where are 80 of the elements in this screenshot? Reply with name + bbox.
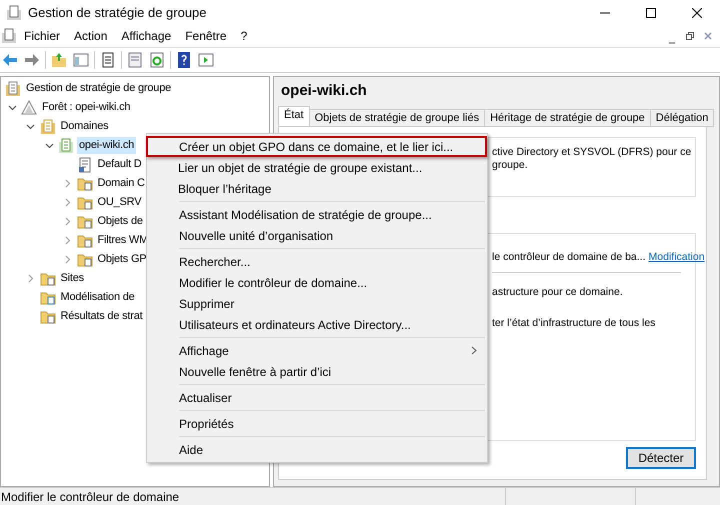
tree-item[interactable]: Forêt : opei-wiki.ch <box>40 99 132 116</box>
help-icon[interactable] <box>175 51 193 69</box>
expanded-chevron-icon[interactable] <box>26 122 35 131</box>
infra-text: ter l’état d’infrastructure de tous les <box>492 316 656 331</box>
context-menu-item[interactable]: Créer un objet GPO dans ce domaine, et le lier ici... <box>146 136 487 157</box>
menu-item[interactable]: Affichage <box>114 27 178 45</box>
tab[interactable]: Délégation <box>650 108 714 126</box>
tree-item[interactable]: OU_SRV <box>96 194 144 211</box>
context-menu-item[interactable]: Nouvelle unité d’organisation <box>147 225 485 246</box>
context-menu-item[interactable]: Actualiser <box>147 387 485 408</box>
document-icon <box>76 156 92 172</box>
expanded-chevron-icon[interactable] <box>8 103 16 112</box>
menu-item[interactable]: Action <box>67 27 114 45</box>
tree-item[interactable]: Objets GP <box>96 251 148 268</box>
app-icon <box>6 4 22 20</box>
window-title: Gestion de stratégie de groupe <box>28 4 207 22</box>
folder-icon <box>76 194 92 210</box>
tree-item[interactable]: Sites <box>58 270 86 287</box>
tab[interactable]: Héritage de stratégie de groupe <box>484 108 651 126</box>
folder-icon <box>76 252 92 268</box>
tree-item[interactable]: opei-wiki.ch <box>77 137 136 154</box>
close-icon <box>692 8 702 18</box>
infra-text: astructure pour ce domaine. <box>492 285 624 300</box>
action-pane-icon[interactable] <box>197 51 215 69</box>
server-icon <box>40 118 56 134</box>
tree-item[interactable]: Gestion de stratégie de groupe <box>24 80 174 97</box>
tab[interactable]: État <box>278 106 310 126</box>
info-text: groupe. <box>492 158 529 172</box>
export-list-icon[interactable] <box>126 51 144 69</box>
tab[interactable]: Objets de stratégie de groupe liés <box>308 108 486 126</box>
restore-icon <box>686 32 694 40</box>
info-text: ctive Directory et SYSVOL (DFRS) pour ce <box>492 146 692 158</box>
collapsed-chevron-icon[interactable] <box>26 274 35 283</box>
folder-up-icon[interactable] <box>50 51 68 69</box>
server-icon <box>58 138 74 154</box>
menu-item[interactable]: Fichier <box>17 27 68 45</box>
tree-item[interactable]: Résultats de strat <box>58 308 144 325</box>
context-menu-item[interactable]: Utilisateurs et ordinateurs Active Directory... <box>147 314 485 335</box>
folder-icon <box>40 290 56 306</box>
submenu-chevron-icon <box>471 346 477 355</box>
context-menu-item[interactable]: Modifier le contrôleur de domaine... <box>147 272 485 293</box>
close-icon <box>704 32 712 40</box>
modification-link[interactable]: Modification <box>648 250 705 266</box>
menu-item[interactable]: ? <box>234 27 254 45</box>
collapsed-chevron-icon[interactable] <box>63 179 72 188</box>
collapsed-chevron-icon[interactable] <box>63 198 72 207</box>
context-menu-item[interactable]: Affichage <box>147 340 485 361</box>
context-menu-item[interactable]: Lier un objet de stratégie de groupe existant... <box>147 157 487 178</box>
context-menu-item[interactable]: Nouvelle fenêtre à partir d’ici <box>147 361 485 382</box>
pane-toggle-icon[interactable] <box>72 51 90 69</box>
context-menu-item[interactable]: Rechercher... <box>147 251 485 272</box>
folder-icon <box>40 308 56 324</box>
collapsed-chevron-icon[interactable] <box>63 217 72 226</box>
context-menu-item[interactable]: Aide <box>147 439 485 460</box>
forward-arrow-icon[interactable] <box>23 51 41 69</box>
context-menu-item[interactable]: Assistant Modélisation de stratégie de groupe... <box>147 204 485 225</box>
context-menu-item[interactable]: Supprimer <box>147 293 485 314</box>
menu-item[interactable]: Fenêtre <box>178 27 234 45</box>
tree-icon <box>21 100 37 116</box>
expanded-chevron-icon[interactable] <box>44 141 54 150</box>
refresh-icon[interactable] <box>148 51 166 69</box>
dc-text: le contrôleur de domaine de ba... <box>492 250 646 264</box>
folder-icon <box>76 232 92 248</box>
collapsed-chevron-icon[interactable] <box>63 236 72 245</box>
tree-item[interactable]: Default D <box>96 156 144 173</box>
context-menu-item[interactable]: Bloquer l’héritage <box>147 178 487 199</box>
folder-icon <box>76 214 92 230</box>
server-icon <box>5 80 21 96</box>
tree-item[interactable]: Modélisation de <box>58 289 137 306</box>
tree-item[interactable]: Domaines <box>58 118 110 135</box>
tree-item[interactable]: Objets de <box>96 213 145 230</box>
collapsed-chevron-icon[interactable] <box>63 255 72 264</box>
context-menu-item[interactable]: Propriétés <box>147 413 485 434</box>
detect-button[interactable]: Détecter <box>626 447 696 469</box>
folder-icon <box>40 270 56 286</box>
maximize-icon <box>646 8 656 18</box>
pane-title: opei-wiki.ch <box>280 81 368 101</box>
status-text: Modifier le contrôleur de domaine <box>0 488 506 505</box>
tree-item[interactable]: Domain C <box>96 175 147 192</box>
folder-icon <box>76 176 92 192</box>
